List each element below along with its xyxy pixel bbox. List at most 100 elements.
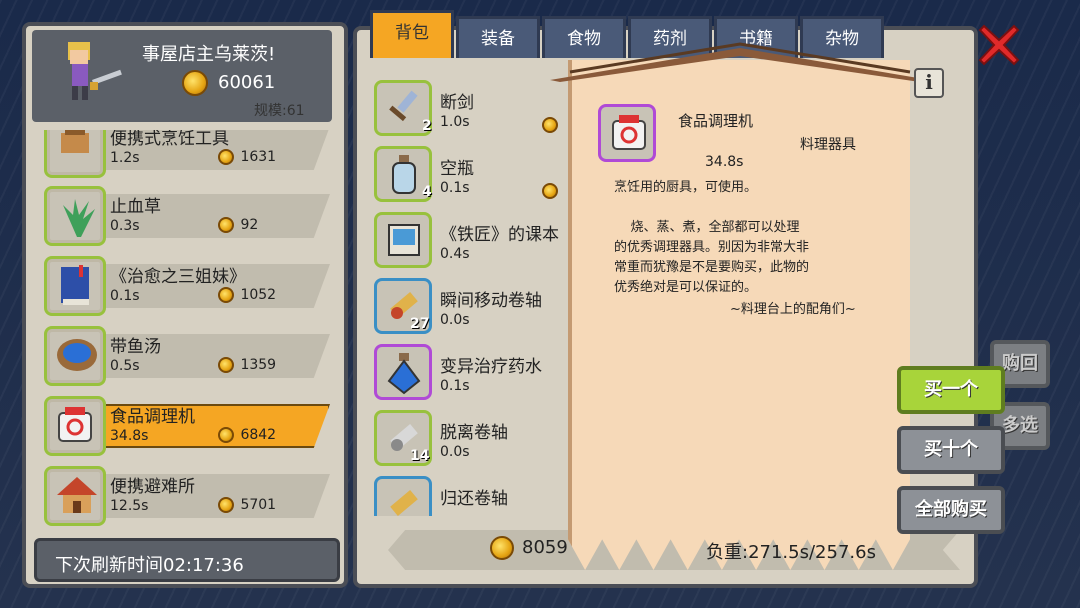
coin-icon xyxy=(218,497,234,513)
inventory-item[interactable]: 变异治疗药水 0.1s xyxy=(370,344,560,404)
item-price: 1631 xyxy=(218,149,276,165)
tab-backpack[interactable]: 背包 xyxy=(370,10,454,58)
book-icon xyxy=(61,265,89,305)
item-name: 《铁匠》的课本 xyxy=(440,225,559,245)
item-time: 0.0s xyxy=(440,444,470,460)
inventory-item[interactable]: 2 断剑 1.0s xyxy=(370,80,560,140)
shop-item[interactable]: 止血草 0.3s 92 xyxy=(38,186,334,246)
shop-item[interactable]: 带鱼汤 0.5s 1359 xyxy=(38,326,334,386)
shop-item-selected[interactable]: 食品调理机 34.8s 6842 xyxy=(38,396,334,456)
inventory-item[interactable]: 归还卷轴 xyxy=(370,476,560,516)
item-price-value: 5701 xyxy=(240,497,277,513)
item-name: 《治愈之三姐妹》 xyxy=(110,267,246,287)
inventory-item[interactable]: 《铁匠》的课本 0.4s xyxy=(370,212,560,272)
item-count: 2 xyxy=(422,118,432,134)
item-slot xyxy=(44,256,106,316)
shop-gold: 60061 xyxy=(182,70,275,96)
soup-pot-icon xyxy=(57,339,97,371)
shelter-icon xyxy=(57,477,97,513)
food-processor-icon xyxy=(58,407,92,442)
shop-item[interactable]: 便携避难所 12.5s 5701 xyxy=(38,466,334,526)
shop-item-list[interactable]: 便携式烹饪工具 1.2s 1631 止血草 0.3s 92 《治愈之三姐妹》 0… xyxy=(30,130,342,528)
shop-panel: 事屋店主乌莱茨! 60061 规模:61 便携式烹饪工具 1.2s 1631 止… xyxy=(22,22,348,588)
item-time: 12.5s xyxy=(110,498,149,514)
item-slot xyxy=(374,212,432,268)
item-name: 归还卷轴 xyxy=(440,489,508,509)
inventory-item[interactable]: 14 脱离卷轴 0.0s xyxy=(370,410,560,470)
item-time: 1.0s xyxy=(440,114,470,130)
player-gold-value: 8059 xyxy=(522,537,568,558)
item-slot xyxy=(44,130,106,178)
detail-item-slot xyxy=(598,104,656,162)
scroll-roof xyxy=(550,42,930,82)
shop-scale: 规模:61 xyxy=(254,103,305,119)
item-slot xyxy=(374,344,432,400)
shop-item[interactable]: 《治愈之三姐妹》 0.1s 1052 xyxy=(38,256,334,316)
empty-bottle-icon xyxy=(392,155,416,194)
item-name: 止血草 xyxy=(110,197,161,217)
item-price: 1359 xyxy=(218,357,276,373)
buy-all-button[interactable]: 全部购买 xyxy=(897,486,1005,534)
item-name: 变异治疗药水 xyxy=(440,357,542,377)
detail-item-description: 烹饪用的厨具，可使用。 烧、蒸、煮，全部都可以处理 的优秀调理器具。别因为非常大… xyxy=(614,180,810,295)
shop-gold-value: 60061 xyxy=(218,72,276,93)
item-time: 0.3s xyxy=(110,218,140,234)
food-processor-icon xyxy=(612,115,646,150)
item-price: 1052 xyxy=(218,287,276,303)
item-name: 瞬间移动卷轴 xyxy=(440,291,542,311)
inventory-item[interactable]: 27 瞬间移动卷轴 0.0s xyxy=(370,278,560,338)
item-price-value: 1359 xyxy=(240,357,277,373)
item-count: 27 xyxy=(410,316,430,332)
item-name: 便携式烹饪工具 xyxy=(110,130,229,149)
item-name: 带鱼汤 xyxy=(110,337,161,357)
item-price-value: 92 xyxy=(240,217,259,233)
item-name: 空瓶 xyxy=(440,159,474,179)
item-price-value: 1052 xyxy=(240,287,277,303)
item-slot xyxy=(374,476,432,516)
item-price: 92 xyxy=(218,217,258,233)
item-count: 4 xyxy=(422,184,432,200)
shop-item[interactable]: 便携式烹饪工具 1.2s 1631 xyxy=(38,130,334,178)
detail-item-time: 34.8s xyxy=(705,154,744,170)
inventory-item[interactable]: 4 空瓶 0.1s xyxy=(370,146,560,206)
item-time: 1.2s xyxy=(110,150,140,166)
close-icon[interactable] xyxy=(978,24,1020,66)
item-count: 14 xyxy=(410,448,430,464)
coin-icon xyxy=(218,357,234,373)
detail-item-name: 食品调理机 xyxy=(678,112,754,130)
shopkeeper-avatar xyxy=(68,42,122,100)
coin-icon xyxy=(182,70,208,96)
detail-item-category: 料理器具 xyxy=(800,137,856,153)
item-name: 便携避难所 xyxy=(110,477,195,497)
tab-equipment[interactable]: 装备 xyxy=(456,16,540,58)
item-slot xyxy=(44,396,106,456)
item-time: 0.5s xyxy=(110,358,140,374)
buy-ten-button[interactable]: 买十个 xyxy=(897,426,1005,474)
shopkeeper-name: 事屋店主乌莱茨! xyxy=(142,44,276,65)
cooking-tool-icon xyxy=(61,130,89,153)
item-name: 脱离卷轴 xyxy=(440,423,508,443)
return-scroll-icon xyxy=(390,490,418,516)
item-price: 6842 xyxy=(218,427,276,443)
player-gold: 8059 xyxy=(490,536,568,560)
detail-item-signature: ~料理台上的配角们~ xyxy=(730,302,856,317)
coin-icon xyxy=(542,180,558,199)
broken-sword-icon xyxy=(389,90,418,122)
item-time: 0.1s xyxy=(440,378,470,394)
item-slot xyxy=(44,326,106,386)
item-time: 0.4s xyxy=(440,246,470,262)
item-time: 34.8s xyxy=(110,428,149,444)
potion-icon xyxy=(387,353,421,395)
coin-icon xyxy=(542,114,558,133)
buy-one-button[interactable]: 买一个 xyxy=(897,366,1005,414)
item-slot xyxy=(44,466,106,526)
item-price-value: 6842 xyxy=(240,427,277,443)
coin-icon xyxy=(218,427,234,443)
item-time: 0.0s xyxy=(440,312,470,328)
item-price-value: 1631 xyxy=(240,149,277,165)
refresh-timer: 下次刷新时间02:17:36 xyxy=(34,538,340,582)
info-icon[interactable]: i xyxy=(914,68,944,98)
item-name: 断剑 xyxy=(440,93,474,113)
item-price: 5701 xyxy=(218,497,276,513)
item-time: 0.1s xyxy=(110,288,140,304)
